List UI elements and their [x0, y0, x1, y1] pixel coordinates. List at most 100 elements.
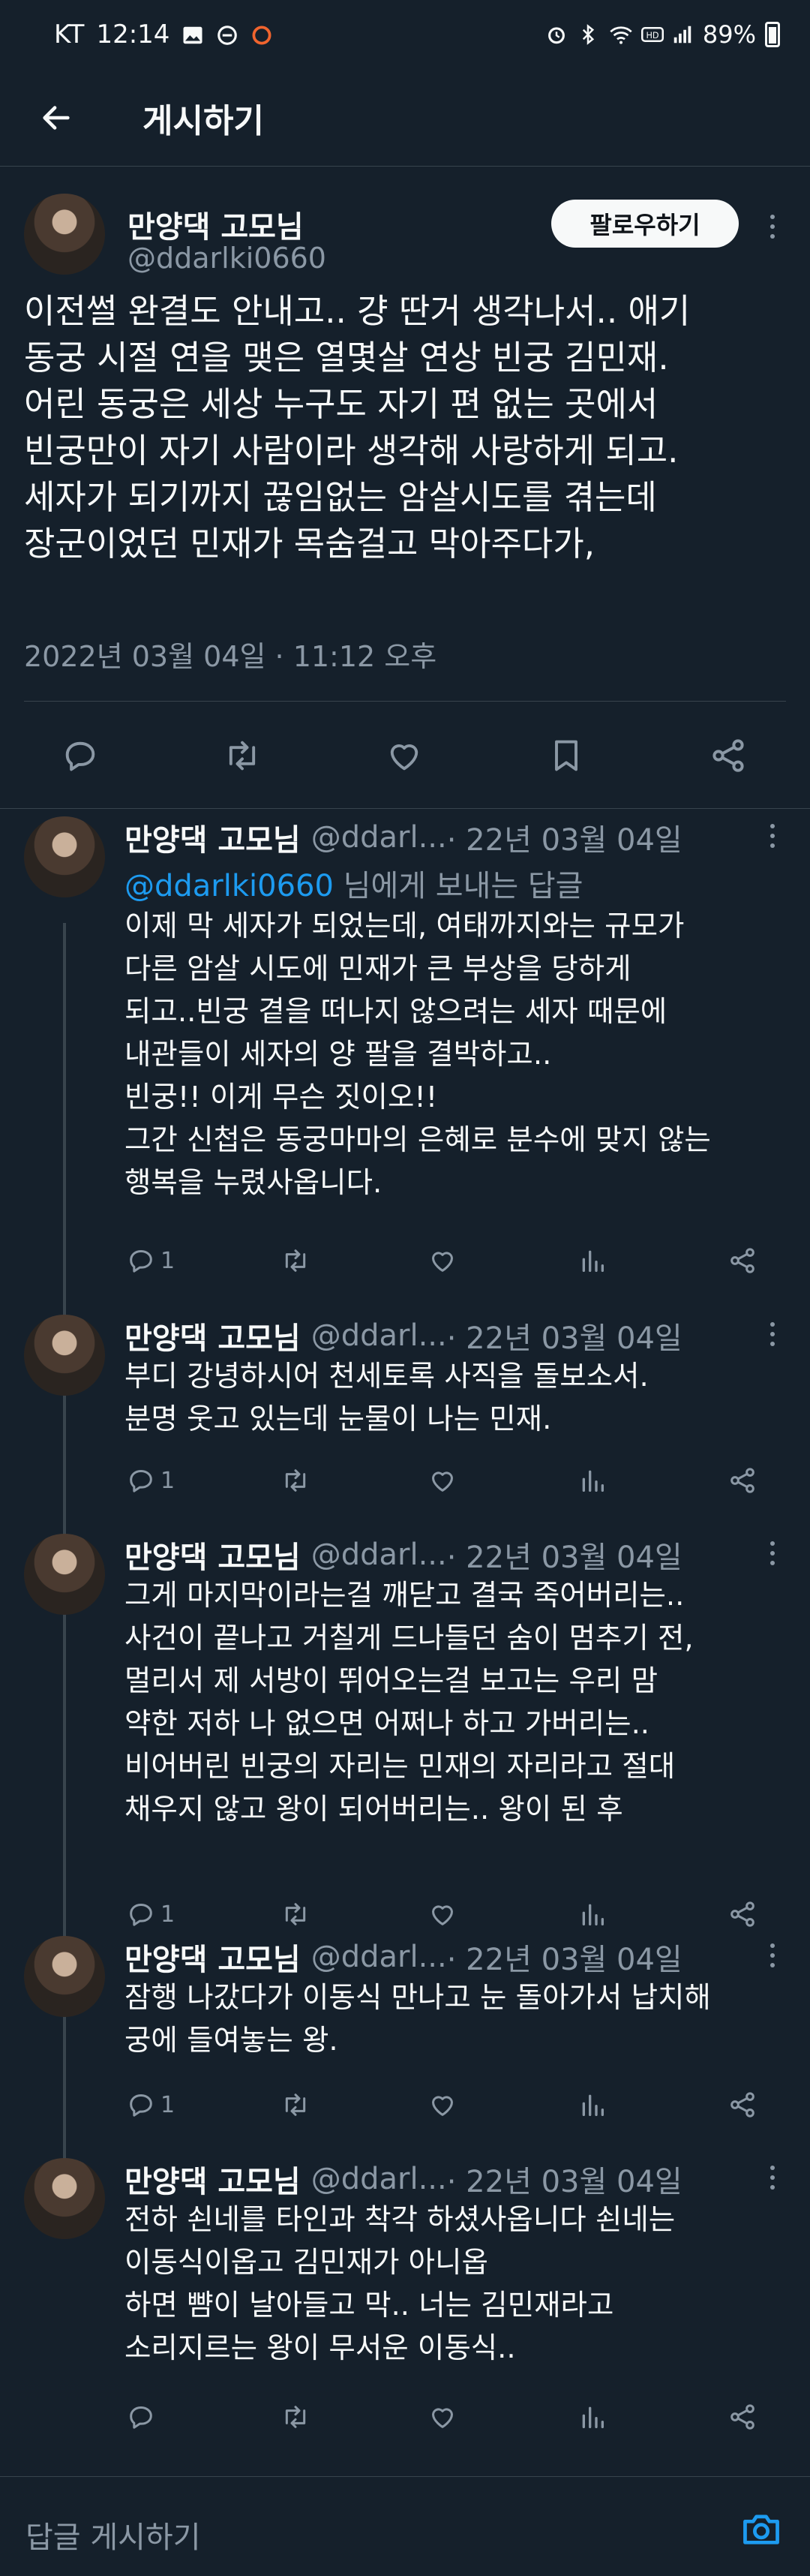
share-icon	[730, 1248, 754, 1273]
more-options-button[interactable]	[758, 206, 788, 248]
reply-button[interactable]	[126, 2391, 160, 2443]
back-arrow-icon	[43, 105, 70, 130]
like-button[interactable]	[363, 714, 446, 797]
views-button[interactable]	[578, 1234, 608, 1287]
like-button[interactable]	[428, 2079, 458, 2131]
retweet-button[interactable]	[279, 1234, 312, 1287]
reply-actions: 1	[112, 2079, 788, 2131]
like-button[interactable]	[428, 1888, 458, 1940]
views-button[interactable]	[578, 1888, 608, 1940]
mention-link[interactable]: @ddarlki0660	[124, 869, 334, 903]
author-name[interactable]: 만양댁 고모님	[124, 1935, 301, 1979]
author-handle[interactable]: @ddarl...	[311, 2162, 447, 2196]
like-button[interactable]	[428, 1454, 458, 1507]
avatar[interactable]	[24, 1936, 105, 2017]
status-bar: KT 12:14 HD 89%	[0, 0, 810, 69]
share-icon	[730, 1901, 754, 1927]
share-button[interactable]	[728, 1454, 758, 1507]
reply-date: · 22년 03월 04일	[446, 2165, 682, 2199]
author-name[interactable]: 만양댁 고모님	[128, 203, 304, 246]
author-handle[interactable]: @ddarl...	[311, 1537, 447, 1572]
author-name[interactable]: 만양댁 고모님	[124, 1314, 301, 1357]
avatar[interactable]	[24, 194, 105, 275]
reply-text: 이제 막 세자가 되었는데, 여태까지와는 규모가 다른 암살 시도에 민재가 …	[124, 909, 711, 1200]
share-button[interactable]	[687, 714, 770, 797]
more-options-button[interactable]	[758, 1940, 788, 1970]
camera-icon	[743, 2514, 779, 2544]
follow-button[interactable]: 팔로우하기	[551, 200, 739, 248]
battery-icon	[765, 22, 780, 47]
reply-header: 만양댁 고모님 @ddarl... · 22년 03월 04일	[124, 1936, 682, 1978]
author-name[interactable]: 만양댁 고모님	[124, 1533, 301, 1577]
reply-icon	[65, 741, 95, 771]
retweet-button[interactable]	[279, 1454, 312, 1507]
reply-button[interactable]: 1	[126, 1454, 175, 1507]
author-handle[interactable]: @ddarl...	[311, 1940, 447, 1974]
author-handle[interactable]: @ddarl...	[311, 820, 447, 855]
share-button[interactable]	[728, 1888, 758, 1940]
avatar[interactable]	[24, 816, 105, 897]
views-button[interactable]	[578, 1454, 608, 1507]
reply-icon	[130, 2094, 152, 2117]
svg-text:HD: HD	[646, 31, 658, 41]
reply-icon	[130, 1250, 152, 1273]
back-button[interactable]	[0, 69, 112, 167]
like-button[interactable]	[428, 2391, 458, 2443]
avatar[interactable]	[24, 1534, 105, 1615]
like-icon	[432, 1905, 453, 1925]
wifi-icon	[608, 23, 632, 46]
tweet-timestamp[interactable]: 2022년 03월 04일 · 11:12 오후	[24, 633, 436, 675]
retweet-icon	[285, 2406, 306, 2428]
share-button[interactable]	[728, 1234, 758, 1287]
reply-date: · 22년 03월 04일	[446, 1943, 682, 1977]
like-button[interactable]	[428, 1234, 458, 1287]
reply-button[interactable]: 1	[126, 1234, 175, 1287]
author-name[interactable]: 만양댁 고모님	[124, 816, 301, 859]
share-button[interactable]	[728, 2391, 758, 2443]
avatar[interactable]	[24, 2158, 105, 2239]
reply-text: 전하 쇤네를 타인과 착각 하셨사옵니다 쇤네는 이동식이옵고 김민재가 아니옵…	[124, 2203, 676, 2365]
share-button[interactable]	[728, 2079, 758, 2131]
dnd-icon	[216, 23, 238, 46]
author-handle[interactable]: @ddarl...	[311, 1318, 447, 1353]
retweet-button[interactable]	[279, 2391, 312, 2443]
views-button[interactable]	[578, 2391, 608, 2443]
avatar[interactable]	[24, 1315, 105, 1396]
retweet-button[interactable]	[279, 2079, 312, 2131]
reply-compose-bar[interactable]: 답글 게시하기	[0, 2476, 810, 2576]
gallery-icon	[182, 23, 204, 46]
hd-icon: HD	[640, 23, 664, 46]
bookmark-button[interactable]	[525, 714, 608, 797]
signal-icon	[671, 23, 694, 46]
retweet-icon	[285, 2094, 306, 2116]
more-options-button[interactable]	[758, 1319, 788, 1349]
reply-button[interactable]: 1	[126, 1888, 175, 1940]
reply-text: 부디 강녕하시어 천세토록 사직을 돌보소서. 분명 웃고 있는데 눈물이 나는…	[124, 1360, 649, 1436]
top-app-bar: 게시하기	[0, 69, 810, 167]
author-handle[interactable]: @ddarlki0660	[128, 242, 326, 275]
tweet-actions	[0, 714, 810, 797]
more-options-button[interactable]	[758, 1538, 788, 1568]
reply-header: 만양댁 고모님 @ddarl... · 22년 03월 04일	[124, 816, 682, 858]
bookmark-icon	[555, 740, 578, 771]
views-button[interactable]	[578, 2079, 608, 2131]
retweet-icon	[285, 1469, 306, 1492]
reply-input[interactable]: 답글 게시하기	[26, 2513, 201, 2556]
author-name[interactable]: 만양댁 고모님	[124, 2157, 301, 2201]
retweet-icon	[229, 741, 256, 771]
reply-icon	[130, 1470, 152, 1492]
retweet-button[interactable]	[279, 1888, 312, 1940]
main-tweet: 만양댁 고모님 @ddarlki0660 팔로우하기 이전썰 완결도 안내고..…	[0, 167, 810, 808]
reply-header: 만양댁 고모님 @ddarl... · 22년 03월 04일	[124, 1534, 682, 1576]
reply-button[interactable]	[39, 714, 122, 797]
more-options-button[interactable]	[758, 821, 788, 851]
retweet-icon	[285, 1249, 306, 1272]
reply-text: 잠행 나갔다가 이동식 만나고 눈 돌아가서 납치해 궁에 들여놓는 왕.	[124, 1981, 711, 2057]
retweet-button[interactable]	[201, 714, 284, 797]
reply-button[interactable]: 1	[126, 2079, 175, 2131]
reply-count: 1	[160, 1247, 176, 1274]
reply-date: · 22년 03월 04일	[446, 1321, 682, 1356]
record-icon	[250, 23, 273, 46]
camera-button[interactable]	[739, 2508, 784, 2549]
more-options-button[interactable]	[758, 2163, 788, 2193]
